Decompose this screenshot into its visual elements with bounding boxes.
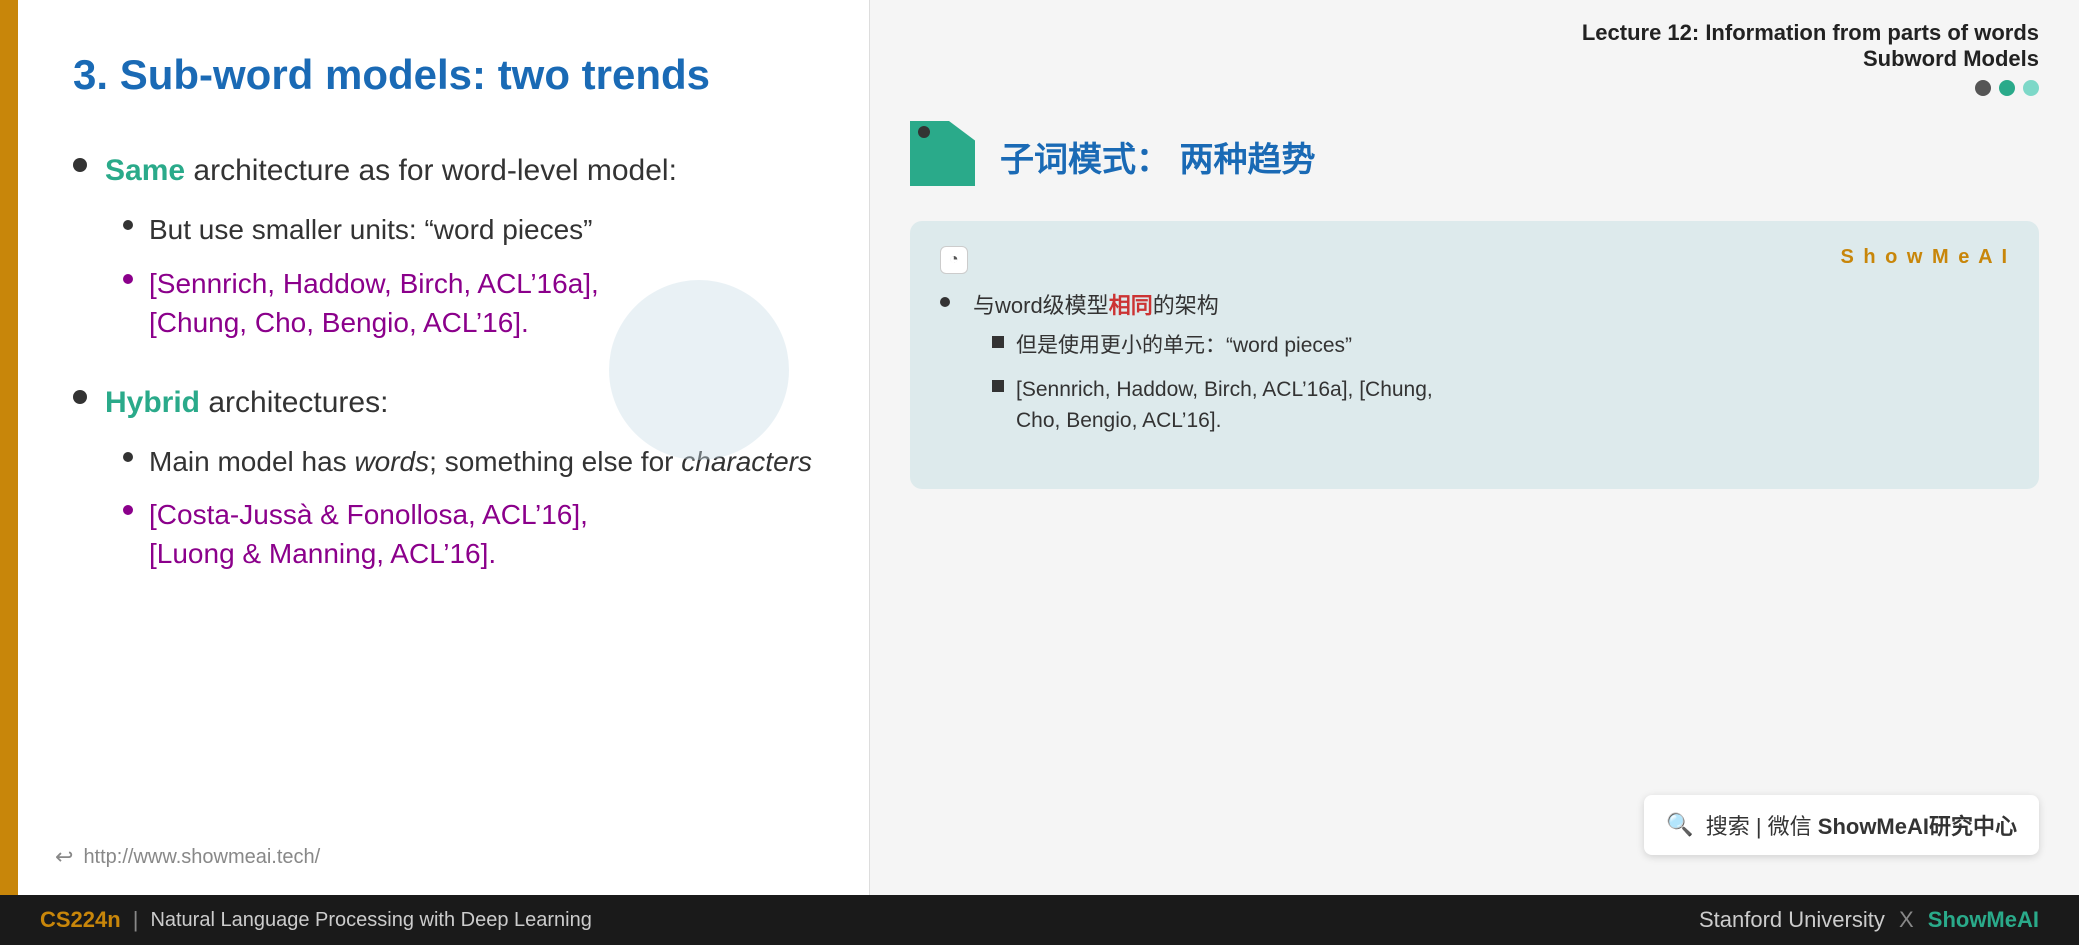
course-name: Natural Language Processing with Deep Le… xyxy=(150,909,591,932)
lecture-subtitle: Subword Models xyxy=(910,46,2039,72)
sub-bullet-2-1-prefix: Main model has xyxy=(149,446,354,477)
sub-bullets-2: Main model has words; something else for… xyxy=(123,442,814,574)
bottom-divider: | xyxy=(133,907,139,933)
sub-bullet-2-1-italic1: words xyxy=(354,446,429,477)
slide-title: 3. Sub-word models: two trends xyxy=(73,50,814,100)
card-sub-bullet-2: [Sennrich, Haddow, Birch, ACL’16a], [Chu… xyxy=(992,374,1433,437)
sub-bullet-2-2: [Costa-Jussà & Fonollosa, ACL’16], [Luon… xyxy=(123,495,814,573)
section-heading-row: 子词模式： 两种趋势 xyxy=(910,121,2039,191)
card-sub-bullets: 但是使用更小的单元：“word pieces” [Sennrich, Haddo… xyxy=(992,330,1433,437)
card-bullet-main-suffix: 的架构 xyxy=(1153,293,1219,318)
card-highlight-red: 相同 xyxy=(1109,293,1153,318)
sub-bullet-2-1-mid: ; something else for xyxy=(429,446,681,477)
card-sub-square-2 xyxy=(992,380,1004,392)
card-top-row: ◔ S h o w M e A I xyxy=(940,246,2009,274)
bottom-bar: CS224n | Natural Language Processing wit… xyxy=(0,895,2079,945)
dot-gray xyxy=(1975,80,1991,96)
bullet2-suffix: architectures: xyxy=(200,386,388,419)
main-bullet-1: Same architecture as for word-level mode… xyxy=(73,150,814,192)
lecture-header: Lecture 12: Information from parts of wo… xyxy=(910,20,2039,96)
ai-icon: ◔ xyxy=(940,246,968,274)
search-box[interactable]: 🔍 搜索 | 微信 ShowMeAI研究中心 xyxy=(1644,795,2039,855)
sub-bullet-text-1-2: [Sennrich, Haddow, Birch, ACL’16a], [Chu… xyxy=(149,264,599,342)
slide-panel: 3. Sub-word models: two trends Same arch… xyxy=(0,0,870,895)
search-text: 搜索 | 微信 ShowMeAI研究中心 xyxy=(1706,809,2017,841)
annotation-card: ◔ S h o w M e A I 与word级模型相同的架构 但是使用更小的单… xyxy=(910,221,2039,489)
slide-left-border xyxy=(0,0,18,895)
bullet-dot-1 xyxy=(73,158,87,172)
card-bullet-dot-outer xyxy=(940,297,950,307)
showmeai-brand: S h o w M e A I xyxy=(1840,246,2009,269)
course-code: CS224n xyxy=(40,907,121,933)
bullet-dot-2 xyxy=(73,390,87,404)
main-bullet-text-2: Hybrid architectures: xyxy=(105,382,388,424)
sub-bullet-dot-1-2 xyxy=(123,274,133,284)
card-sub-bullet-1: 但是使用更小的单元：“word pieces” xyxy=(992,330,1433,362)
card-sub-text-2: [Sennrich, Haddow, Birch, ACL’16a], [Chu… xyxy=(1016,374,1433,437)
footer-url: http://www.showmeai.tech/ xyxy=(83,846,320,869)
highlight-same: Same xyxy=(105,154,185,187)
card-sub-text-1: 但是使用更小的单元：“word pieces” xyxy=(1016,330,1352,362)
search-icon: 🔍 xyxy=(1666,812,1693,838)
lecture-title: Lecture 12: Information from parts of wo… xyxy=(910,20,2039,46)
main-bullet-text-1: Same architecture as for word-level mode… xyxy=(105,150,677,192)
bottom-left: CS224n | Natural Language Processing wit… xyxy=(40,907,592,933)
bottom-right: Stanford University X ShowMeAI xyxy=(1699,907,2039,933)
sub-bullet-dot-1-1 xyxy=(123,220,133,230)
card-bullet-main-prefix: 与word级模型 xyxy=(962,293,1109,318)
dot-teal-dark xyxy=(1999,80,2015,96)
card-bullets: 与word级模型相同的架构 但是使用更小的单元：“word pieces” [S… xyxy=(940,289,2009,449)
sub-bullet-1-1: But use smaller units: “word pieces” xyxy=(123,210,814,249)
card-bullet-main-text: 与word级模型相同的架构 但是使用更小的单元：“word pieces” [S… xyxy=(962,289,1433,449)
section-heading-text: 子词模式： 两种趋势 xyxy=(1000,132,1315,181)
university-name: Stanford University xyxy=(1699,907,1885,932)
section-icon-dot xyxy=(918,126,930,138)
sub-bullet-dot-2-2 xyxy=(123,505,133,515)
annotation-panel: Lecture 12: Information from parts of wo… xyxy=(870,0,2079,895)
section-icon xyxy=(910,121,980,191)
bullet1-suffix: architecture as for word-level model: xyxy=(185,154,677,187)
cursor-icon: ↩ xyxy=(55,844,73,870)
showmeai-label: ShowMeAI xyxy=(1928,907,2039,932)
decorative-circle xyxy=(609,280,789,460)
sub-bullet-text-1-1: But use smaller units: “word pieces” xyxy=(149,210,593,249)
dot-teal-light xyxy=(2023,80,2039,96)
slide-footer: ↩ http://www.showmeai.tech/ xyxy=(55,844,320,870)
lecture-dots xyxy=(910,80,2039,96)
sub-bullet-text-2-2: [Costa-Jussà & Fonollosa, ACL’16], [Luon… xyxy=(149,495,588,573)
highlight-hybrid: Hybrid xyxy=(105,386,200,419)
sub-bullet-dot-2-1 xyxy=(123,452,133,462)
card-bullet-main: 与word级模型相同的架构 但是使用更小的单元：“word pieces” [S… xyxy=(940,289,2009,449)
card-sub-square-1 xyxy=(992,336,1004,348)
x-symbol: X xyxy=(1899,907,1914,932)
